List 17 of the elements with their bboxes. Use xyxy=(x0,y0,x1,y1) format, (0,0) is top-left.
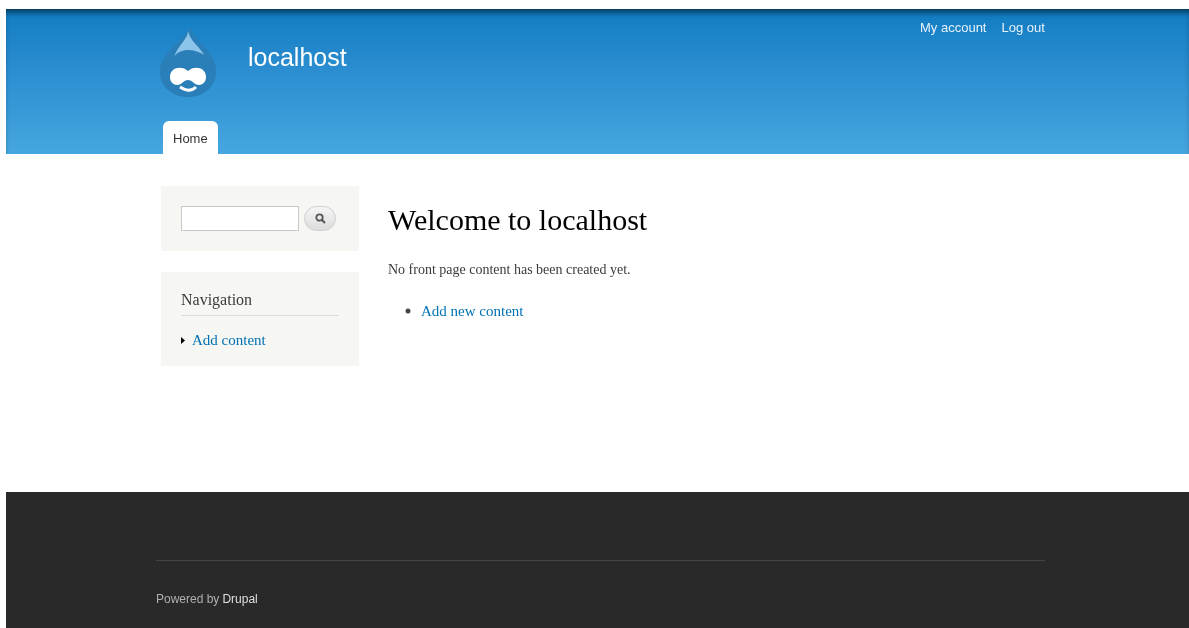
search-field[interactable] xyxy=(181,206,299,231)
message-text: No front page content has been created yet. xyxy=(388,260,632,279)
drupal-link[interactable]: Drupal xyxy=(222,590,258,608)
drop-logo-icon xyxy=(160,27,216,97)
search-button[interactable] xyxy=(304,206,336,231)
nav-tab[interactable]: Home xyxy=(163,121,218,154)
footer-text: Powered by xyxy=(156,591,220,608)
content-link[interactable]: Add new content xyxy=(421,299,524,322)
navigation-link[interactable]: Add content xyxy=(192,329,266,352)
bullet-icon xyxy=(405,307,411,314)
user-menu-link[interactable]: Log out xyxy=(1001,18,1045,38)
page-title: Welcome to localhost xyxy=(388,202,648,238)
navigation-heading: Navigation xyxy=(181,288,339,316)
triangle-bullet-icon xyxy=(181,336,185,344)
user-menu-link[interactable]: My account xyxy=(920,18,987,38)
search-icon xyxy=(314,213,326,224)
site-name[interactable]: localhost xyxy=(248,39,347,77)
